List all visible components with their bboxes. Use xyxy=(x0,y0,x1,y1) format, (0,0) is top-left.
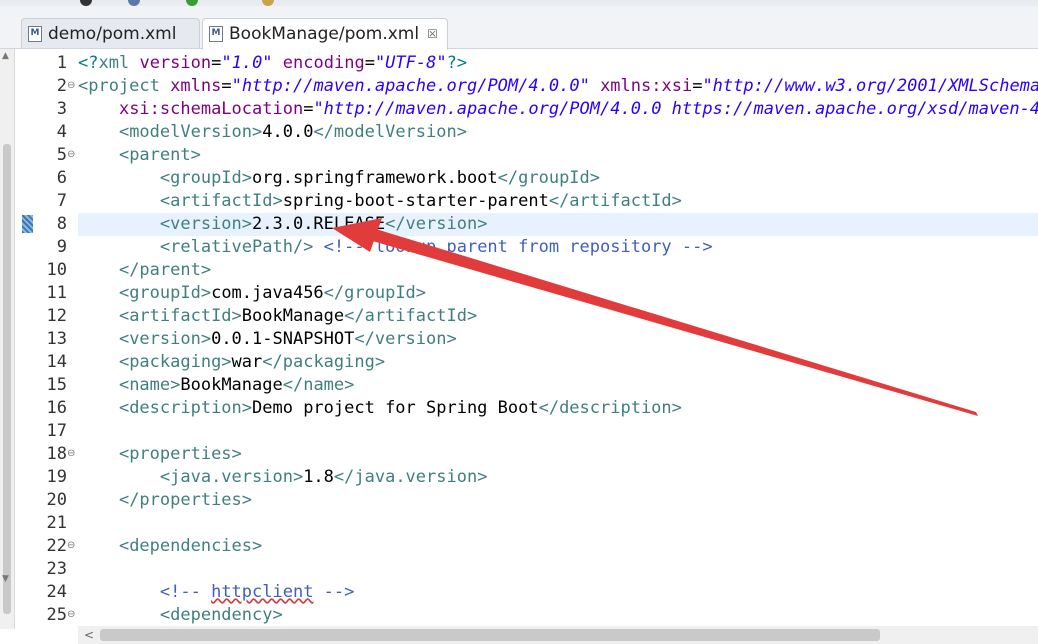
code-line[interactable]: <properties> xyxy=(78,443,1038,466)
line-number: 20 xyxy=(46,490,67,510)
maven-file-icon: M xyxy=(209,26,223,42)
code-line[interactable]: <dependency> xyxy=(78,604,1038,627)
code-line[interactable]: <modelVersion>4.0.0</modelVersion> xyxy=(78,121,1038,144)
code-line[interactable]: <packaging>war</packaging> xyxy=(78,351,1038,374)
tab-demo-pom[interactable]: M demo/pom.xml xyxy=(21,18,200,48)
code-line[interactable]: <java.version>1.8</java.version> xyxy=(78,466,1038,489)
tab-bookmanage-pom[interactable]: M BookManage/pom.xml ☒ xyxy=(202,18,448,50)
code-line[interactable]: <description>Demo project for Spring Boo… xyxy=(78,397,1038,420)
outline-scrollbar[interactable]: ▲ ▼ xyxy=(0,49,15,629)
code-line[interactable]: <relativePath/> <!-- lookup parent from … xyxy=(78,236,1038,259)
line-number: 1 xyxy=(56,53,67,73)
close-tab-icon[interactable]: ☒ xyxy=(427,27,438,41)
line-number: 11 xyxy=(46,283,67,303)
code-line[interactable]: </parent> xyxy=(78,259,1038,282)
code-line[interactable]: xsi:schemaLocation="http://maven.apache.… xyxy=(78,98,1038,121)
code-line[interactable]: <artifactId>spring-boot-starter-parent</… xyxy=(78,190,1038,213)
line-number: 9 xyxy=(56,237,67,257)
line-number: 17 xyxy=(46,421,67,441)
line-number: 22 xyxy=(46,536,67,556)
line-number: 3 xyxy=(56,99,67,119)
line-number: 8 xyxy=(56,214,67,234)
code-line[interactable] xyxy=(78,420,1038,443)
fold-toggle-icon[interactable]: ⊖ xyxy=(67,448,75,459)
code-line[interactable]: <version>2.3.0.RELEASE</version> xyxy=(78,213,1038,236)
horizontal-scrollbar[interactable]: < xyxy=(78,626,1038,644)
line-number: 6 xyxy=(56,168,67,188)
tab-label: demo/pom.xml xyxy=(48,23,177,44)
line-number: 15 xyxy=(46,375,67,395)
line-number: 7 xyxy=(56,191,67,211)
line-number: 2 xyxy=(56,76,67,96)
code-line[interactable]: <artifactId>BookManage</artifactId> xyxy=(78,305,1038,328)
line-number: 21 xyxy=(46,513,67,533)
code-line[interactable]: <parent> xyxy=(78,144,1038,167)
line-number: 23 xyxy=(46,559,67,579)
line-number: 25 xyxy=(46,605,67,625)
tab-label: BookManage/pom.xml xyxy=(229,24,420,44)
line-number: 14 xyxy=(46,352,67,372)
fold-toggle-icon[interactable]: ⊖ xyxy=(67,540,75,551)
code-line[interactable]: <version>0.0.1-SNAPSHOT</version> xyxy=(78,328,1038,351)
line-number: 24 xyxy=(46,582,67,602)
scroll-up-icon[interactable]: ▲ xyxy=(2,51,9,61)
code-line[interactable]: <groupId>com.java456</groupId> xyxy=(78,282,1038,305)
code-line[interactable]: <dependencies> xyxy=(78,535,1038,558)
code-line[interactable]: <!-- httpclient --> xyxy=(78,581,1038,604)
scroll-down-icon[interactable]: ▼ xyxy=(2,574,9,584)
line-number: 4 xyxy=(56,122,67,142)
line-number: 5 xyxy=(56,145,67,165)
maven-file-icon: M xyxy=(28,25,42,42)
line-number: 16 xyxy=(46,398,67,418)
fold-toggle-icon[interactable]: ⊖ xyxy=(67,80,75,91)
scrollbar-thumb[interactable] xyxy=(3,144,11,614)
code-line[interactable]: <groupId>org.springframework.boot</group… xyxy=(78,167,1038,190)
line-number: 10 xyxy=(46,260,67,280)
scrollbar-thumb[interactable] xyxy=(100,629,880,641)
code-line[interactable]: <?xml version="1.0" encoding="UTF-8"?> xyxy=(78,52,1038,75)
code-line[interactable]: <name>BookManage</name> xyxy=(78,374,1038,397)
line-number: 13 xyxy=(46,329,67,349)
code-line[interactable] xyxy=(78,558,1038,581)
code-line[interactable]: <project xmlns="http://maven.apache.org/… xyxy=(78,75,1038,98)
line-number: 12 xyxy=(46,306,67,326)
code-line[interactable] xyxy=(78,512,1038,535)
fold-toggle-icon[interactable]: ⊖ xyxy=(67,609,75,620)
line-number: 19 xyxy=(46,467,67,487)
code-line[interactable]: </properties> xyxy=(78,489,1038,512)
editor-tab-bar: M demo/pom.xml M BookManage/pom.xml ☒ xyxy=(0,6,1038,50)
fold-toggle-icon[interactable]: ⊖ xyxy=(67,149,75,160)
line-number: 18 xyxy=(46,444,67,464)
scroll-left-icon[interactable]: < xyxy=(84,628,94,642)
